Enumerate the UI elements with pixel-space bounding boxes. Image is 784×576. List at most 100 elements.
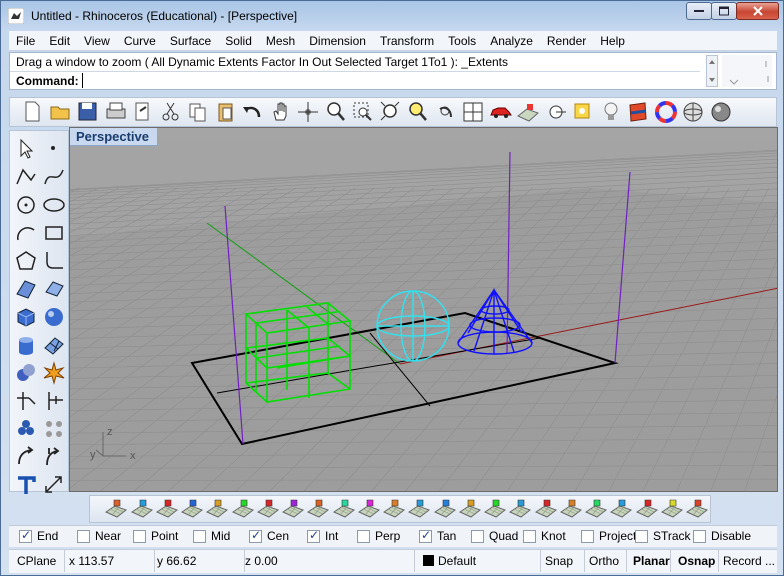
circle-tool-button[interactable] [12, 191, 40, 219]
select-arrow-tool-button[interactable] [12, 135, 40, 163]
osnap-checkbox[interactable] [357, 529, 370, 543]
osnap-end[interactable]: End [19, 528, 58, 543]
ellipse-tool-button[interactable] [40, 191, 68, 219]
osnap-checkbox[interactable] [19, 528, 32, 543]
bottom-tool-button[interactable] [180, 497, 205, 521]
cylinder-tool-button[interactable] [12, 331, 40, 359]
osnap-point[interactable]: Point [133, 529, 178, 543]
osnap-checkbox[interactable] [693, 529, 706, 543]
status-record-history[interactable]: Record ... [719, 550, 777, 572]
rectangle-tool-button[interactable] [40, 219, 68, 247]
osnap-disable[interactable]: Disable [693, 529, 751, 543]
bottom-tool-button[interactable] [230, 497, 255, 521]
menu-surface[interactable]: Surface [163, 31, 218, 51]
osnap-quad[interactable]: Quad [471, 529, 518, 543]
osnap-int[interactable]: Int [307, 528, 338, 543]
osnap-near[interactable]: Near [77, 529, 121, 543]
osnap-perp[interactable]: Perp [357, 529, 400, 543]
rotate-tool-button[interactable] [40, 443, 68, 471]
osnap-checkbox[interactable] [523, 529, 536, 543]
viewport-scene[interactable]: zy x [70, 128, 778, 492]
dimension-tool-button[interactable] [40, 471, 68, 499]
bottom-tool-button[interactable] [256, 497, 281, 521]
osnap-checkbox[interactable] [419, 528, 432, 543]
material-button[interactable] [625, 99, 651, 125]
boolean-tool-button[interactable] [12, 359, 40, 387]
text-tool-button[interactable] [12, 471, 40, 499]
menu-file[interactable]: File [9, 31, 42, 51]
pan-hand-button[interactable] [268, 99, 294, 125]
bottom-tool-button[interactable] [331, 497, 356, 521]
group-tool-button[interactable] [12, 415, 40, 443]
osnap-checkbox[interactable] [635, 529, 648, 543]
command-history-scrollbar[interactable] [706, 55, 718, 87]
bottom-tool-button[interactable] [382, 497, 407, 521]
bottom-tool-button[interactable] [458, 497, 483, 521]
osnap-checkbox[interactable] [77, 529, 90, 543]
status-cplane[interactable]: CPlane [9, 550, 65, 572]
bottom-tool-button[interactable] [205, 497, 230, 521]
sun-button[interactable] [570, 99, 596, 125]
bottom-tool-button[interactable] [407, 497, 432, 521]
menu-dimension[interactable]: Dimension [302, 31, 373, 51]
polygon-tool-button[interactable] [12, 247, 40, 275]
minimize-button[interactable] [686, 2, 712, 20]
explode-tool-button[interactable] [40, 359, 68, 387]
curve-tool-button[interactable] [40, 163, 68, 191]
menu-mesh[interactable]: Mesh [259, 31, 302, 51]
trim-tool-button[interactable] [12, 387, 40, 415]
undo-button[interactable] [240, 99, 266, 125]
bottom-tool-button[interactable] [533, 497, 558, 521]
menu-analyze[interactable]: Analyze [483, 31, 540, 51]
menu-transform[interactable]: Transform [373, 31, 441, 51]
osnap-mid[interactable]: Mid [193, 529, 230, 543]
menu-curve[interactable]: Curve [117, 31, 163, 51]
bottom-tool-button[interactable] [129, 497, 154, 521]
four-viewports-button[interactable] [460, 99, 486, 125]
status-snap[interactable]: Snap [541, 550, 585, 572]
bottom-tool-button[interactable] [155, 497, 180, 521]
cut-button[interactable] [158, 99, 184, 125]
array-tool-button[interactable] [40, 415, 68, 443]
zoom-window-button[interactable] [350, 99, 376, 125]
command-input[interactable] [82, 73, 682, 88]
osnap-strack[interactable]: STrack [635, 529, 691, 543]
copy-button[interactable] [185, 99, 211, 125]
fillet-curve-tool-button[interactable] [40, 247, 68, 275]
new-file-button[interactable] [20, 99, 46, 125]
surface-corner-tool-button[interactable] [12, 275, 40, 303]
perspective-viewport[interactable]: zy x Perspective [69, 127, 778, 492]
split-tool-button[interactable] [40, 387, 68, 415]
rotate-view-button[interactable] [295, 99, 321, 125]
menu-edit[interactable]: Edit [42, 31, 77, 51]
paste-button[interactable] [213, 99, 239, 125]
polyline-tool-button[interactable] [12, 163, 40, 191]
print-button[interactable] [103, 99, 129, 125]
bottom-tool-button[interactable] [660, 497, 685, 521]
osnap-checkbox[interactable] [133, 529, 146, 543]
bottom-tool-button[interactable] [104, 497, 129, 521]
menu-solid[interactable]: Solid [218, 31, 259, 51]
sphere-render-button[interactable] [680, 99, 706, 125]
move-tool-button[interactable] [12, 443, 40, 471]
close-button[interactable] [736, 2, 779, 20]
bottom-tool-button[interactable] [432, 497, 457, 521]
zoom-extents-button[interactable] [378, 99, 404, 125]
bottom-tool-button[interactable] [609, 497, 634, 521]
osnap-checkbox[interactable] [193, 529, 206, 543]
bottom-tool-button[interactable] [685, 497, 710, 521]
bottom-tool-button[interactable] [508, 497, 533, 521]
status-ortho[interactable]: Ortho [585, 550, 627, 572]
bottom-tool-button[interactable] [281, 497, 306, 521]
grid-button[interactable] [515, 99, 541, 125]
command-panel-scroll[interactable] [722, 55, 772, 87]
menu-tools[interactable]: Tools [441, 31, 483, 51]
status-planar[interactable]: Planar [627, 550, 671, 572]
box-tool-button[interactable] [12, 303, 40, 331]
light-bulb-button[interactable] [598, 99, 624, 125]
open-file-button[interactable] [48, 99, 74, 125]
arc-tool-button[interactable] [12, 219, 40, 247]
osnap-checkbox[interactable] [581, 529, 594, 543]
rhino-app-icon[interactable] [8, 8, 24, 24]
zoom-button[interactable] [323, 99, 349, 125]
